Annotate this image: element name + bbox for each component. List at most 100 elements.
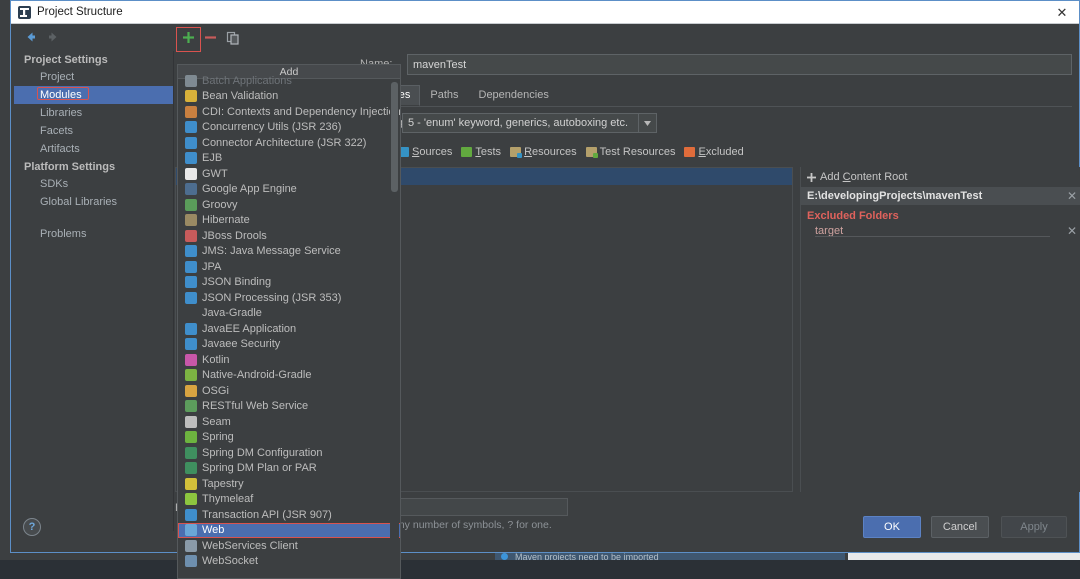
mark-as-test-resources[interactable]: Test Resources <box>585 146 675 158</box>
remove-excluded-folder-icon[interactable]: ✕ <box>1067 225 1077 237</box>
add-framework-item[interactable]: JavaEE Application <box>178 321 400 337</box>
ok-button[interactable]: OK <box>863 516 921 538</box>
scrollbar-thumb[interactable] <box>391 82 398 192</box>
tab-dependencies[interactable]: Dependencies <box>469 85 559 106</box>
add-framework-item[interactable]: JMS: Java Message Service <box>178 244 400 260</box>
remove-module-button[interactable] <box>201 28 220 47</box>
sidebar-item-sdks[interactable]: SDKs <box>14 175 173 193</box>
plus-icon <box>807 172 816 182</box>
sidebar-item-label: Global Libraries <box>40 196 118 208</box>
add-framework-item[interactable]: Seam <box>178 414 400 430</box>
close-icon[interactable]: ✕ <box>1049 3 1075 22</box>
add-framework-item[interactable]: Google App Engine <box>178 182 400 198</box>
gae-icon <box>185 183 197 196</box>
add-framework-label: Groovy <box>202 198 238 211</box>
notification-text: Maven projects need to be imported <box>515 552 659 560</box>
sidebar-item-label: Modules <box>40 89 82 101</box>
add-framework-label: Native-Android-Gradle <box>202 369 312 382</box>
back-arrow-icon[interactable] <box>23 29 39 45</box>
tab-paths[interactable]: Paths <box>420 85 468 106</box>
add-framework-item[interactable]: JPA <box>178 259 400 275</box>
add-framework-item[interactable]: CDI: Contexts and Dependency Injection <box>178 104 401 120</box>
add-framework-label: Spring DM Configuration <box>202 446 323 459</box>
add-content-root-button[interactable]: Add Content Root <box>801 167 1080 187</box>
add-framework-item[interactable]: GWT <box>178 166 400 182</box>
add-framework-item[interactable]: Concurrency Utils (JSR 236) <box>178 120 400 136</box>
mark-as-sources[interactable]: Sources <box>398 146 452 158</box>
add-popup-scrollbar[interactable] <box>390 80 399 578</box>
cancel-button[interactable]: Cancel <box>931 516 989 538</box>
mark-as-items: Sources Tests Resources Test Resources E… <box>398 146 744 158</box>
add-framework-item[interactable]: WebSocket <box>178 554 400 570</box>
add-framework-item[interactable]: Spring <box>178 430 400 446</box>
add-framework-item[interactable]: Connector Architecture (JSR 322) <box>178 135 400 151</box>
mark-as-excluded[interactable]: Excluded <box>684 146 744 158</box>
sidebar-item-label: Libraries <box>40 107 83 119</box>
drools-icon <box>185 229 197 242</box>
javaee-icon <box>185 136 197 149</box>
sidebar-item-global-libraries[interactable]: Global Libraries <box>14 193 173 211</box>
add-framework-item[interactable]: JSON Processing (JSR 353) <box>178 290 400 306</box>
sidebar-item-project[interactable]: Project <box>14 68 173 86</box>
sidebar-item-libraries[interactable]: Libraries <box>14 104 173 122</box>
language-level-select[interactable]: 5 - 'enum' keyword, generics, autoboxing… <box>402 113 657 133</box>
add-framework-item[interactable]: Java-Gradle <box>178 306 400 322</box>
sidebar-item-problems[interactable]: Problems <box>14 225 173 243</box>
settings-sidebar: Project Settings Project Modules Librari… <box>14 51 174 531</box>
add-framework-label: Thymeleaf <box>202 493 254 506</box>
mark-as-resources[interactable]: Resources <box>510 146 577 158</box>
ejb-icon <box>185 152 197 165</box>
add-framework-item[interactable]: Groovy <box>178 197 400 213</box>
tapestry-icon <box>185 477 197 490</box>
copy-module-button[interactable] <box>223 28 242 47</box>
add-framework-item[interactable]: Spring DM Configuration <box>178 445 400 461</box>
add-framework-item[interactable]: Batch Applications <box>178 73 400 89</box>
add-framework-item[interactable]: Thymeleaf <box>178 492 400 508</box>
add-framework-label: Hibernate <box>202 214 250 227</box>
web-icon <box>185 524 197 537</box>
add-framework-label: Batch Applications <box>202 74 292 87</box>
add-framework-item[interactable]: Kotlin <box>178 352 400 368</box>
module-name-input[interactable] <box>407 54 1072 75</box>
gradle-icon <box>185 307 197 319</box>
add-framework-item[interactable]: Tapestry <box>178 476 400 492</box>
add-framework-label: Seam <box>202 415 231 428</box>
add-framework-item[interactable]: EJB <box>178 151 400 167</box>
sidebar-item-artifacts[interactable]: Artifacts <box>14 140 173 158</box>
add-framework-item[interactable]: Spring DM Plan or PAR <box>178 461 400 477</box>
remove-content-root-icon[interactable]: ✕ <box>1067 190 1077 202</box>
add-framework-item[interactable]: Native-Android-Gradle <box>178 368 400 384</box>
add-framework-item[interactable]: WebServices Client <box>178 538 400 554</box>
add-framework-item[interactable]: RESTful Web Service <box>178 399 400 415</box>
add-framework-item[interactable]: Bean Validation <box>178 89 400 105</box>
content-root-path: E:\developingProjects\mavenTest <box>807 190 983 202</box>
dialog-title: Project Structure <box>37 6 123 18</box>
navigation-arrows <box>21 27 81 47</box>
add-content-root-label: Add Content Root <box>820 171 908 183</box>
add-framework-item[interactable]: Web <box>178 522 400 538</box>
add-framework-item[interactable]: Transaction API (JSR 907) <box>178 507 400 523</box>
add-module-button[interactable] <box>176 27 201 52</box>
apply-button[interactable]: Apply <box>1001 516 1067 538</box>
spring-dm-icon <box>185 462 197 475</box>
javaee-icon <box>185 508 197 521</box>
intellij-idea-icon <box>18 6 31 19</box>
add-framework-item[interactable]: JSON Binding <box>178 275 400 291</box>
add-framework-item[interactable]: OSGi <box>178 383 400 399</box>
add-framework-item[interactable]: Javaee Security <box>178 337 400 353</box>
mark-as-tests[interactable]: Tests <box>461 146 501 158</box>
add-framework-item[interactable]: Hibernate <box>178 213 400 229</box>
sidebar-item-modules[interactable]: Modules <box>14 86 173 104</box>
add-framework-item[interactable]: JBoss Drools <box>178 228 400 244</box>
kotlin-icon <box>185 353 197 366</box>
thymeleaf-icon <box>185 493 197 506</box>
osgi-icon <box>185 384 197 397</box>
add-framework-label: CDI: Contexts and Dependency Injection <box>202 105 401 118</box>
sidebar-group-project-settings: Project Settings <box>24 54 108 66</box>
chevron-down-icon[interactable] <box>638 114 656 132</box>
javaee-app-icon <box>185 322 197 335</box>
help-button[interactable]: ? <box>23 518 41 536</box>
javaee-icon <box>185 276 197 289</box>
excluded-folder-row[interactable]: target ✕ <box>801 223 1080 239</box>
sidebar-item-facets[interactable]: Facets <box>14 122 173 140</box>
